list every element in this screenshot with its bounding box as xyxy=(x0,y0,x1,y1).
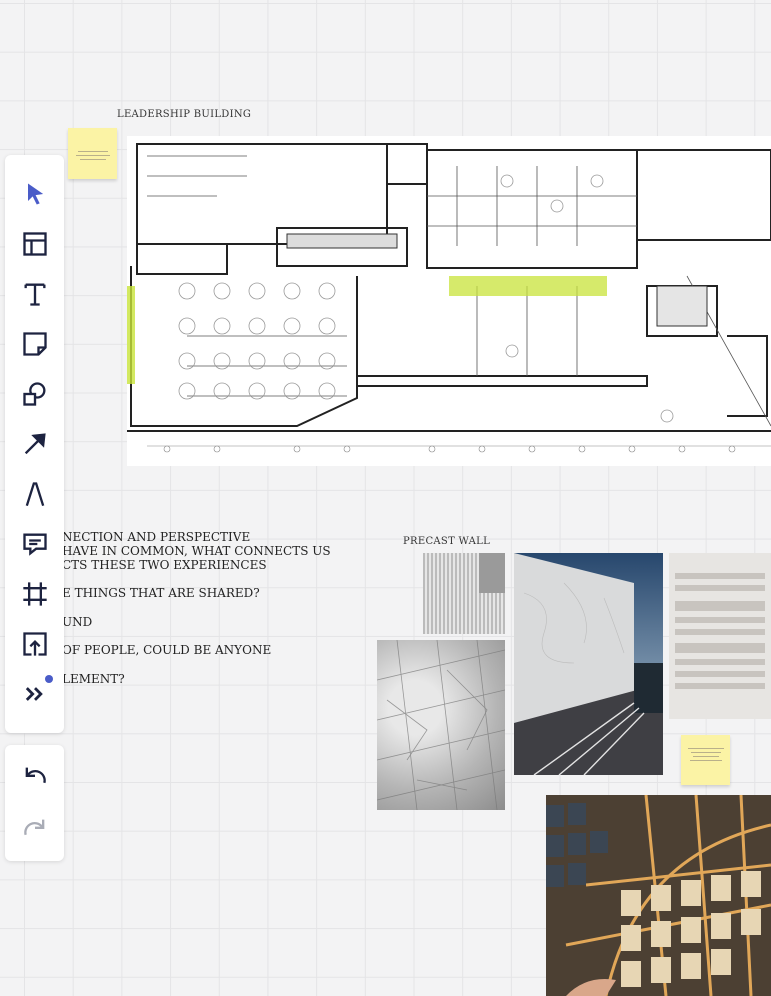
sticky-note-tool[interactable] xyxy=(19,328,51,360)
tools-toolbar xyxy=(5,155,64,733)
frame-icon xyxy=(23,582,47,606)
notes-line: UND xyxy=(62,615,93,629)
lit-gallery-wall-photo[interactable] xyxy=(546,795,771,996)
templates-tool[interactable] xyxy=(19,228,51,260)
select-tool[interactable] xyxy=(19,178,51,210)
shapes-tool[interactable] xyxy=(19,378,51,410)
history-toolbar xyxy=(5,745,64,861)
cursor-icon xyxy=(28,183,44,205)
frame-title-leadership-building[interactable]: LEADERSHIP BUILDING xyxy=(117,109,251,120)
gallery-wall-illustration xyxy=(546,795,771,996)
engraved-text-pattern xyxy=(675,573,765,689)
notes-line: CTS THESE TWO EXPERIENCES xyxy=(62,558,267,572)
floor-plan-drawing xyxy=(127,143,771,453)
precast-texture-photo[interactable] xyxy=(423,553,505,634)
notes-line: OF PEOPLE, COULD BE ANYONE xyxy=(62,643,272,657)
comment-icon xyxy=(23,533,47,556)
notes-line: HAVE IN COMMON, WHAT CONNECTS US xyxy=(62,544,331,558)
sticky-note[interactable] xyxy=(681,735,730,785)
chevrons-right-icon xyxy=(25,687,43,701)
city-relief-model-photo[interactable] xyxy=(377,640,505,810)
sticky-note[interactable] xyxy=(68,128,117,179)
notes-line: LEMENT? xyxy=(62,672,125,686)
upload-icon xyxy=(23,632,47,656)
undo-button[interactable] xyxy=(19,761,51,793)
notes-line: E THINGS THAT ARE SHARED? xyxy=(62,586,260,600)
arrow-icon xyxy=(24,433,46,455)
pen-tool[interactable] xyxy=(19,478,51,510)
redo-icon xyxy=(24,819,45,836)
frame-title-precast-wall[interactable]: PRECAST WALL xyxy=(403,536,490,547)
shapes-icon xyxy=(23,382,46,406)
undo-icon xyxy=(25,767,46,784)
text-icon xyxy=(24,283,46,306)
layout-icon xyxy=(23,232,47,256)
city-relief-pattern xyxy=(377,640,505,810)
pen-icon xyxy=(25,482,45,507)
frame-tool[interactable] xyxy=(19,578,51,610)
precast-building-photo[interactable] xyxy=(514,553,663,775)
sticky-note-icon xyxy=(23,332,47,356)
upload-tool[interactable] xyxy=(19,628,51,660)
notes-line: NECTION AND PERSPECTIVE xyxy=(62,530,251,544)
engraved-wall-photo[interactable] xyxy=(669,553,771,719)
comment-tool[interactable] xyxy=(19,528,51,560)
connection-line-tool[interactable] xyxy=(19,428,51,460)
text-tool[interactable] xyxy=(19,278,51,310)
redo-button[interactable] xyxy=(19,813,51,845)
notification-dot xyxy=(45,675,53,683)
floor-plan-image[interactable] xyxy=(127,136,771,466)
precast-building-illustration xyxy=(514,553,663,775)
more-tools-button[interactable] xyxy=(19,678,51,710)
